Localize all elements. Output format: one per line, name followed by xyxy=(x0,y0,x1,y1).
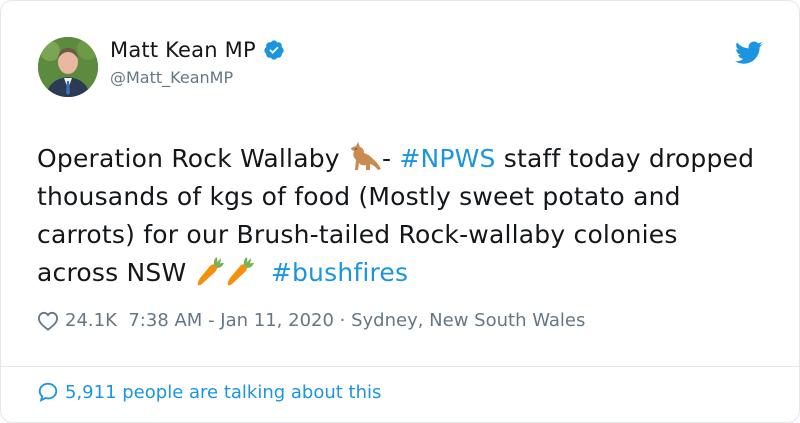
meta-separator: · xyxy=(333,310,352,331)
hashtag-bushfires[interactable]: #bushfires xyxy=(271,258,408,287)
twitter-bird-icon[interactable] xyxy=(735,41,763,65)
tweet-date[interactable]: Jan 11, 2020 xyxy=(220,310,334,331)
tweet-text-part: - xyxy=(381,144,400,173)
carrot-emoji xyxy=(197,257,224,286)
avatar-photo xyxy=(38,37,98,97)
meta-separator: - xyxy=(202,310,221,331)
tweet-text: Operation Rock Wallaby - #NPWS staff tod… xyxy=(37,140,757,292)
talking-about-link[interactable]: 5,911 people are talking about this xyxy=(37,381,381,403)
carrot-emoji xyxy=(227,257,254,286)
divider xyxy=(1,366,799,367)
kangaroo-emoji xyxy=(350,142,381,170)
avatar[interactable] xyxy=(38,37,98,97)
like-count[interactable]: 24.1K xyxy=(65,310,117,331)
verified-badge-icon xyxy=(264,40,284,60)
tweet-meta: 24.1K 7:38 AM - Jan 11, 2020 · Sydney, N… xyxy=(37,310,585,331)
talking-about-label: 5,911 people are talking about this xyxy=(65,381,382,403)
tweet-card: Matt Kean MP @Matt_KeanMP Operation Rock… xyxy=(0,0,800,423)
author-name-row: Matt Kean MP xyxy=(110,38,285,62)
tweet-text-part: Operation Rock Wallaby xyxy=(37,144,348,173)
hashtag-npws[interactable]: #NPWS xyxy=(399,144,495,173)
tweet-location[interactable]: Sydney, New South Wales xyxy=(351,310,585,331)
tweet-time[interactable]: 7:38 AM xyxy=(128,310,202,331)
user-handle[interactable]: @Matt_KeanMP xyxy=(110,68,233,87)
speech-bubble-icon xyxy=(38,382,58,402)
display-name[interactable]: Matt Kean MP xyxy=(110,38,256,62)
heart-icon[interactable] xyxy=(37,311,59,331)
